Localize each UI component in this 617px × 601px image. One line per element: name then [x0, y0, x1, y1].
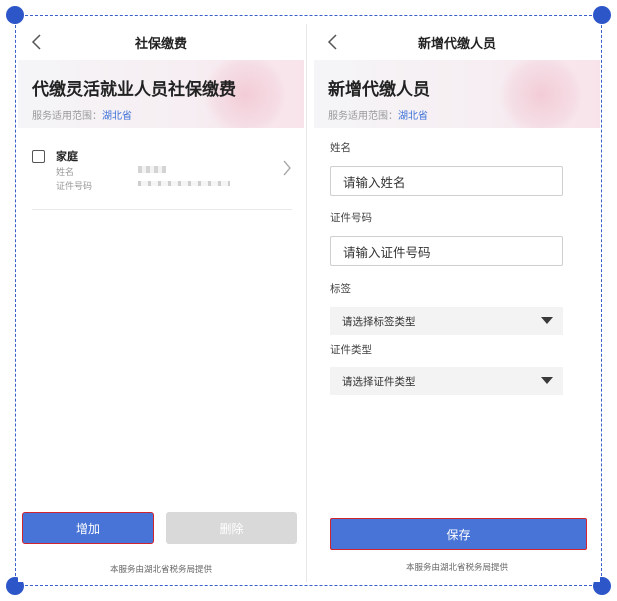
- banner-heading: 新增代缴人员: [328, 80, 430, 100]
- dropdown-triangle-icon: [541, 317, 553, 324]
- tag-select-value: 请选择标签类型: [342, 315, 416, 328]
- masked-id-value: [138, 181, 230, 186]
- scope-province: 湖北省: [102, 111, 132, 122]
- service-scope: 服务适用范围：湖北省: [32, 107, 290, 122]
- tag-field-label: 标签: [330, 283, 351, 295]
- social-security-screen: 社保缴费 代缴灵活就业人员社保缴费 服务适用范围：湖北省 家庭 姓名 证件号码 …: [18, 24, 304, 582]
- member-name-label: 姓名: [56, 168, 75, 178]
- selection-handle-top-right[interactable]: [593, 6, 611, 24]
- payee-form: 姓名 请输入姓名 证件号码 请输入证件号码 标签 请选择标签类型 证件类型 请选…: [314, 140, 600, 395]
- panel-divider: [306, 24, 307, 582]
- name-input[interactable]: 请输入姓名: [330, 166, 563, 196]
- scope-label: 服务适用范围：: [328, 111, 398, 122]
- id-type-select-value: 请选择证件类型: [342, 375, 416, 388]
- delete-button[interactable]: 删除: [166, 512, 297, 544]
- selection-handle-top-left[interactable]: [6, 6, 24, 24]
- back-arrow-icon[interactable]: [28, 33, 46, 51]
- id-type-field-label: 证件类型: [330, 344, 372, 356]
- page-title: 新增代缴人员: [417, 36, 496, 52]
- member-list-item[interactable]: 家庭 姓名 证件号码: [32, 142, 292, 210]
- nav-bar: 社保缴费: [18, 24, 304, 60]
- back-arrow-icon[interactable]: [324, 33, 342, 51]
- tag-select[interactable]: 请选择标签类型: [330, 307, 563, 335]
- masked-name-value: [138, 166, 166, 173]
- service-scope: 服务适用范围：湖北省: [328, 107, 586, 122]
- banner-heading: 代缴灵活就业人员社保缴费: [32, 80, 236, 100]
- member-id-label: 证件号码: [56, 182, 93, 192]
- service-provider-footer: 本服务由湖北省税务局提供: [405, 563, 508, 573]
- scope-province: 湖北省: [398, 111, 428, 122]
- nav-bar: 新增代缴人员: [314, 24, 600, 60]
- member-name: 家庭: [56, 150, 78, 163]
- member-checkbox[interactable]: [32, 150, 45, 163]
- save-button[interactable]: 保存: [330, 518, 587, 550]
- id-number-field-label: 证件号码: [330, 212, 372, 224]
- add-button[interactable]: 增加: [22, 512, 154, 544]
- chevron-right-icon[interactable]: [282, 160, 292, 176]
- action-buttons: 增加 删除: [22, 512, 300, 544]
- id-type-select[interactable]: 请选择证件类型: [330, 367, 563, 395]
- id-number-input[interactable]: 请输入证件号码: [330, 236, 563, 266]
- service-provider-footer: 本服务由湖北省税务局提供: [109, 565, 212, 575]
- banner: 代缴灵活就业人员社保缴费 服务适用范围：湖北省: [18, 60, 304, 128]
- page-title: 社保缴费: [134, 36, 187, 52]
- name-field-label: 姓名: [330, 142, 351, 154]
- add-payee-screen: 新增代缴人员 新增代缴人员 服务适用范围：湖北省 姓名 请输入姓名 证件号码 请…: [314, 24, 600, 582]
- scope-label: 服务适用范围：: [32, 111, 102, 122]
- banner: 新增代缴人员 服务适用范围：湖北省: [314, 60, 600, 128]
- dropdown-triangle-icon: [541, 377, 553, 384]
